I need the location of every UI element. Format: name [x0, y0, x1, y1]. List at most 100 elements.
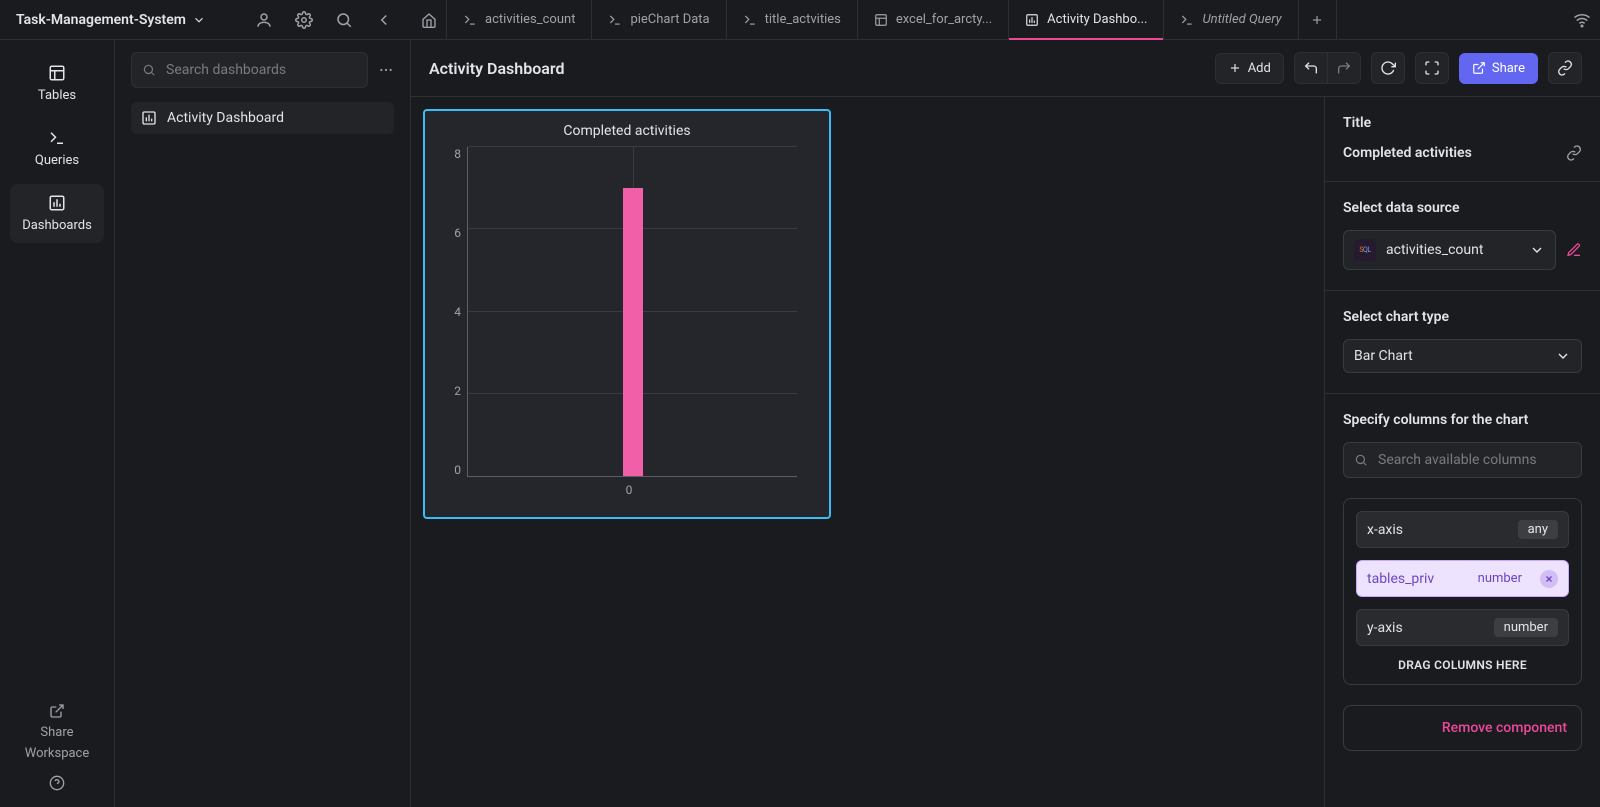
chevron-down-icon	[192, 13, 206, 27]
tab-home[interactable]	[411, 0, 447, 40]
fullscreen-button[interactable]	[1415, 52, 1449, 84]
table-icon	[48, 64, 66, 82]
share-workspace-button[interactable]: Share Workspace	[25, 703, 90, 761]
share-button[interactable]: Share	[1459, 53, 1538, 84]
add-button[interactable]: Add	[1215, 53, 1284, 84]
chevron-down-icon	[1555, 348, 1571, 364]
share-label-top: Share	[40, 725, 73, 740]
list-more-button[interactable]	[378, 62, 394, 78]
search-icon	[1354, 453, 1368, 467]
tab-activities-count[interactable]: activities_count	[447, 0, 592, 40]
add-label: Add	[1248, 61, 1271, 76]
title-value[interactable]: Completed activities	[1343, 145, 1472, 161]
tab-label: title_actvities	[765, 12, 841, 27]
drag-columns-hint: DRAG COLUMNS HERE	[1356, 658, 1569, 672]
bar-chart: 86420	[443, 147, 817, 477]
x-axis-slot[interactable]: x-axis any	[1356, 511, 1569, 548]
edit-icon	[1566, 242, 1582, 258]
plus-icon	[1228, 61, 1242, 75]
x-axis-label: x-axis	[1367, 522, 1403, 538]
search-field[interactable]	[164, 61, 357, 79]
dashboard-list-panel: Activity Dashboard	[115, 40, 411, 807]
tab-label: excel_for_arcty...	[896, 12, 992, 27]
nav-queries[interactable]: Queries	[10, 119, 104, 178]
refresh-icon	[1380, 60, 1396, 76]
nav-label: Tables	[38, 88, 76, 103]
remove-component-button[interactable]: Remove component	[1343, 705, 1582, 751]
edit-datasource-button[interactable]	[1566, 242, 1582, 258]
list-item-label: Activity Dashboard	[167, 110, 284, 126]
sql-badge-icon: SQL	[1354, 239, 1376, 261]
nav-tables[interactable]: Tables	[10, 54, 104, 113]
link-icon[interactable]	[1566, 145, 1582, 161]
column-name: tables_priv	[1367, 571, 1434, 587]
datasource-select[interactable]: SQL activities_count	[1343, 230, 1556, 270]
maximize-icon	[1424, 60, 1440, 76]
external-link-icon	[49, 703, 65, 719]
remove-column-button[interactable]	[1540, 570, 1558, 588]
help-button[interactable]	[49, 775, 65, 791]
dots-icon	[378, 62, 394, 78]
share-label-bottom: Workspace	[25, 746, 90, 761]
dashboard-icon	[1025, 13, 1039, 27]
y-axis-slot[interactable]: y-axis number	[1356, 609, 1569, 646]
dashboard-icon	[48, 194, 66, 212]
external-link-icon	[1472, 61, 1486, 75]
link-icon	[1557, 60, 1573, 76]
user-icon[interactable]	[247, 3, 281, 37]
gear-icon[interactable]	[287, 3, 321, 37]
nav-dashboards[interactable]: Dashboards	[10, 184, 104, 243]
widget-title: Completed activities	[437, 123, 817, 139]
query-icon	[463, 13, 477, 27]
tab-untitled-query[interactable]: Untitled Query	[1164, 0, 1298, 40]
chevron-down-icon	[1529, 242, 1545, 258]
dashboard-canvas[interactable]: Completed activities 86420 0	[411, 97, 1324, 807]
tab-label: Untitled Query	[1202, 12, 1281, 27]
tab-strip: activities_count pieChart Data title_act…	[411, 0, 1564, 40]
datasource-value: activities_count	[1386, 242, 1483, 258]
dashboard-list-item[interactable]: Activity Dashboard	[131, 102, 394, 134]
query-icon	[48, 129, 66, 147]
columns-label: Specify columns for the chart	[1343, 412, 1582, 428]
new-tab-button[interactable]	[1299, 0, 1337, 40]
home-icon	[421, 12, 437, 28]
page-title: Activity Dashboard	[429, 59, 564, 78]
search-dashboards-input[interactable]	[131, 52, 368, 88]
tab-label: Activity Dashbo...	[1047, 12, 1147, 27]
inspector-panel: Title Completed activities Select data s…	[1324, 97, 1600, 807]
wifi-icon	[1564, 11, 1600, 29]
chart-widget[interactable]: Completed activities 86420 0	[423, 109, 831, 519]
chart-type-label: Select chart type	[1343, 309, 1582, 325]
search-icon	[142, 63, 156, 77]
plot-area	[467, 147, 797, 477]
chart-type-value: Bar Chart	[1354, 348, 1413, 364]
tab-excel-for-arcty[interactable]: excel_for_arcty...	[858, 0, 1009, 40]
chart-type-select[interactable]: Bar Chart	[1343, 339, 1582, 373]
nav-label: Dashboards	[22, 218, 92, 233]
redo-button[interactable]	[1327, 53, 1360, 83]
query-icon	[608, 13, 622, 27]
redo-icon	[1336, 60, 1352, 76]
tab-title-activities[interactable]: title_actvities	[727, 0, 858, 40]
undo-button[interactable]	[1295, 53, 1327, 83]
title-section-label: Title	[1343, 115, 1582, 131]
collapse-left-icon[interactable]	[367, 3, 401, 37]
help-icon	[49, 775, 65, 791]
tab-activity-dashboard[interactable]: Activity Dashbo...	[1009, 0, 1164, 40]
tab-label: pieChart Data	[630, 12, 709, 27]
workspace-name: Task-Management-System	[16, 12, 186, 28]
columns-search[interactable]	[1343, 442, 1582, 478]
tab-piechart-data[interactable]: pieChart Data	[592, 0, 726, 40]
search-icon[interactable]	[327, 3, 361, 37]
columns-search-field[interactable]	[1376, 451, 1571, 469]
refresh-button[interactable]	[1371, 52, 1405, 84]
workspace-switcher[interactable]: Task-Management-System	[10, 8, 212, 32]
link-button[interactable]	[1548, 52, 1582, 84]
datasource-label: Select data source	[1343, 200, 1582, 216]
plus-icon	[1310, 13, 1324, 27]
x-axis: 0	[461, 483, 797, 497]
remove-label: Remove component	[1442, 720, 1567, 736]
axis-config: x-axis any tables_priv number	[1343, 498, 1582, 685]
x-axis-column-chip[interactable]: tables_priv number	[1356, 560, 1569, 597]
share-label: Share	[1492, 61, 1525, 76]
